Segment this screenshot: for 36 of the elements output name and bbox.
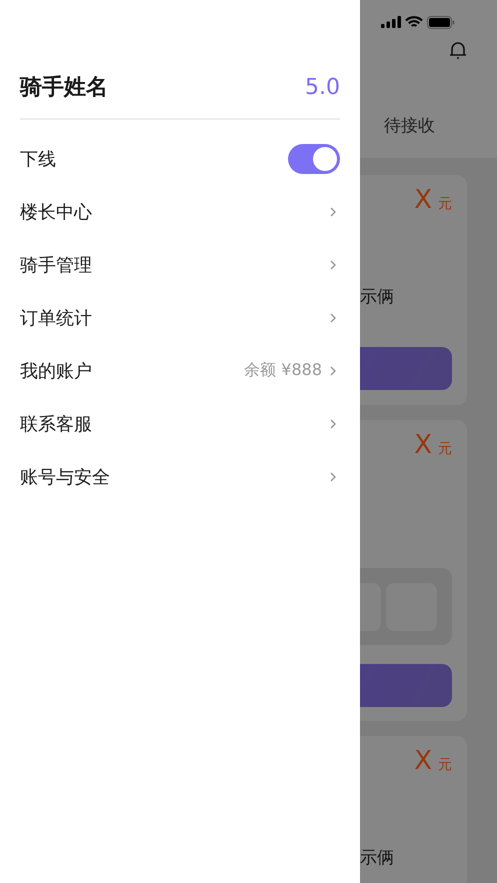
chevron-right-icon bbox=[328, 418, 338, 430]
price-unit: 元 bbox=[438, 440, 452, 458]
signal-icon bbox=[381, 16, 401, 28]
menu-item[interactable]: 账号与安全 bbox=[20, 450, 340, 503]
wifi-icon bbox=[405, 16, 423, 28]
menu-item[interactable]: 骑手管理 bbox=[20, 238, 340, 291]
menu-label: 账号与安全 bbox=[20, 466, 111, 488]
chevron-right-icon bbox=[328, 206, 338, 218]
menu-item[interactable]: 联系客服 bbox=[20, 397, 340, 450]
order-text: 示俩 bbox=[360, 848, 395, 868]
offline-toggle[interactable] bbox=[288, 144, 340, 174]
rider-name: 骑手姓名 bbox=[20, 74, 108, 102]
price-value: X bbox=[414, 430, 432, 460]
price-value: X bbox=[414, 185, 432, 215]
rating-score: 5.0 bbox=[305, 74, 340, 100]
menu-label: 楼长中心 bbox=[20, 200, 93, 224]
chevron-right-icon bbox=[328, 470, 338, 482]
status-tab[interactable]: 待接收 bbox=[360, 114, 497, 144]
menu-label: 订单统计 bbox=[20, 306, 93, 330]
balance-text: 余额 ¥888 bbox=[244, 360, 322, 381]
menu-item[interactable]: 订单统计 bbox=[20, 291, 340, 344]
bell-icon[interactable] bbox=[448, 40, 468, 60]
price-value: X bbox=[414, 746, 432, 776]
menu-label: 下线 bbox=[20, 148, 57, 170]
menu-label: 联系客服 bbox=[20, 412, 93, 436]
battery-icon bbox=[427, 16, 455, 28]
price-unit: 元 bbox=[438, 756, 452, 774]
order-text: 示俩 bbox=[360, 287, 395, 307]
price-unit: 元 bbox=[438, 195, 452, 213]
menu-label: 我的账户 bbox=[20, 360, 93, 382]
menu-label: 骑手管理 bbox=[20, 254, 93, 276]
menu-item[interactable]: 楼长中心 bbox=[20, 185, 340, 238]
menu-item[interactable]: 我的账户 余额 ¥888 bbox=[20, 344, 340, 397]
chevron-right-icon bbox=[328, 312, 338, 324]
chevron-right-icon bbox=[328, 258, 338, 270]
chevron-right-icon bbox=[328, 364, 338, 376]
